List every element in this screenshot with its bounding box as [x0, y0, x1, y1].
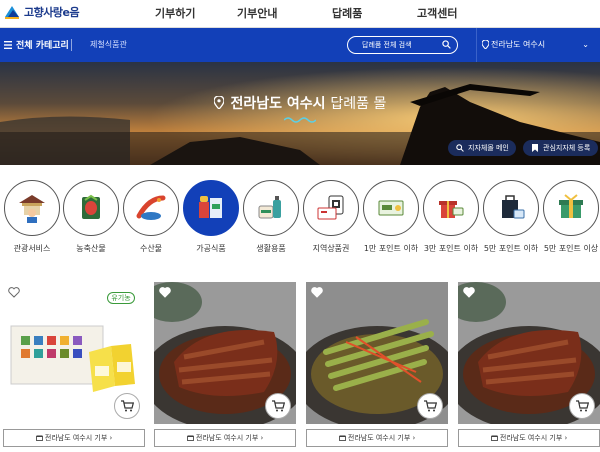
- heart-icon[interactable]: [311, 287, 323, 298]
- heart-icon[interactable]: [159, 287, 171, 298]
- divider: [71, 39, 72, 51]
- category-bar: 전체 카테고리 제철식품관 답례품 전체 검색 전라남도 여수시 ⌄: [0, 28, 600, 62]
- category-agriculture[interactable]: 농축산물: [63, 180, 119, 254]
- donate-region-label: 전라남도 여수시 기부: [499, 434, 563, 442]
- top-navigation: 고향사랑e음 기부하기 기부안내 답례품 고객센터: [0, 0, 600, 28]
- cart-icon: [120, 400, 134, 412]
- category-label: 생활용품: [256, 244, 286, 253]
- gift-icon: [186, 435, 194, 441]
- nav-gifts[interactable]: 답례품: [332, 5, 362, 21]
- add-to-cart-button[interactable]: [265, 393, 291, 419]
- cart-icon: [271, 400, 285, 412]
- category-voucher[interactable]: 지역상품권: [303, 180, 359, 254]
- favorite-region-label: 관심지자체 등록: [543, 144, 591, 152]
- search-placeholder: 답례품 전체 검색: [362, 41, 412, 49]
- category-label: 5만 포인트 이하: [483, 244, 539, 253]
- product-card[interactable]: 전라남도 여수시 기부 ›: [458, 282, 600, 447]
- category-label: 농축산물: [76, 244, 106, 253]
- seasonal-food-link[interactable]: 제철식품관: [90, 39, 127, 50]
- point-10k-icon: [363, 180, 419, 236]
- donate-region-label: 전라남도 여수시 기부: [44, 434, 108, 442]
- product-image[interactable]: [154, 282, 296, 424]
- agriculture-icon: [63, 180, 119, 236]
- processed-food-icon: [183, 180, 239, 236]
- chevron-down-icon: ⌄: [582, 40, 589, 49]
- product-card[interactable]: 전라남도 여수시 기부 ›: [154, 282, 296, 447]
- cart-icon: [575, 400, 589, 412]
- chevron-right-icon: ›: [412, 434, 416, 442]
- category-tourism[interactable]: 관광서비스: [4, 180, 60, 254]
- heart-icon[interactable]: [463, 287, 475, 298]
- donate-region-label: 전라남도 여수시 기부: [347, 434, 411, 442]
- voucher-icon: [303, 180, 359, 236]
- category-household[interactable]: 생활용품: [243, 180, 299, 254]
- household-icon: [243, 180, 299, 236]
- category-processed-food[interactable]: 가공식품: [183, 180, 239, 254]
- nav-donate[interactable]: 기부하기: [155, 5, 195, 21]
- category-seafood[interactable]: 수산물: [123, 180, 179, 254]
- donate-region-button[interactable]: 전라남도 여수시 기부 ›: [306, 429, 448, 447]
- nav-support[interactable]: 고객센터: [417, 5, 457, 21]
- bookmark-icon: [532, 144, 538, 152]
- region-label: 전라남도 여수시: [491, 40, 546, 49]
- local-mall-main-button[interactable]: 지자체몰 메인: [448, 140, 516, 156]
- brand-logo[interactable]: 고향사랑e음: [3, 3, 80, 21]
- hero-title: 전라남도 여수시 답례품 몰: [0, 93, 600, 113]
- chevron-right-icon: ›: [564, 434, 568, 442]
- favorite-region-button[interactable]: 관심지자체 등록: [523, 140, 598, 156]
- search-icon: [456, 144, 464, 152]
- product-card[interactable]: 전라남도 여수시 기부 ›: [306, 282, 448, 447]
- search-icon[interactable]: [442, 40, 451, 49]
- point-50k-icon: [483, 180, 539, 236]
- product-image[interactable]: 유기농: [3, 282, 145, 424]
- nav-guide[interactable]: 기부안내: [237, 5, 277, 21]
- all-categories-button[interactable]: 전체 카테고리: [4, 38, 69, 51]
- donate-region-button[interactable]: 전라남도 여수시 기부 ›: [3, 429, 145, 447]
- point-30k-icon: [423, 180, 479, 236]
- add-to-cart-button[interactable]: [417, 393, 443, 419]
- donate-region-button[interactable]: 전라남도 여수시 기부 ›: [458, 429, 600, 447]
- product-card[interactable]: 유기농 전라남도 여수시 기부 ›: [3, 282, 145, 447]
- location-pin-icon: [482, 40, 489, 49]
- menu-icon: [4, 40, 12, 49]
- chevron-right-icon: ›: [260, 434, 264, 442]
- category-label: 1만 포인트 이하: [363, 244, 419, 253]
- category-label: 5만 포인트 이상: [543, 244, 599, 253]
- category-list: 관광서비스 농축산물 수산물 가공식품 생활용품 지역상품권 1만 포인트 이하…: [0, 180, 600, 260]
- seafood-icon: [123, 180, 179, 236]
- category-point-50k-plus[interactable]: 5만 포인트 이상: [543, 180, 599, 254]
- product-image[interactable]: [306, 282, 448, 424]
- local-mall-main-label: 지자체몰 메인: [468, 144, 509, 152]
- category-label: 가공식품: [196, 244, 226, 253]
- category-label: 지역상품권: [312, 244, 350, 253]
- logo-icon: [3, 3, 21, 21]
- donate-region-label: 전라남도 여수시 기부: [195, 434, 259, 442]
- add-to-cart-button[interactable]: [569, 393, 595, 419]
- hero-title-region: 전라남도 여수시: [230, 96, 326, 112]
- gift-icon: [338, 435, 346, 441]
- point-50k-plus-icon: [543, 180, 599, 236]
- category-point-50k[interactable]: 5만 포인트 이하: [483, 180, 539, 254]
- search-input[interactable]: 답례품 전체 검색: [347, 36, 458, 54]
- gift-icon: [35, 435, 43, 441]
- tourism-icon: [4, 180, 60, 236]
- region-selector[interactable]: 전라남도 여수시 ⌄: [476, 28, 600, 62]
- category-label: 3만 포인트 이하: [423, 244, 479, 253]
- cart-icon: [423, 400, 437, 412]
- chevron-right-icon: ›: [109, 434, 113, 442]
- product-image[interactable]: [458, 282, 600, 424]
- category-point-10k[interactable]: 1만 포인트 이하: [363, 180, 419, 254]
- hero-title-suffix: 답례품 몰: [330, 96, 387, 112]
- category-label: 수산물: [139, 244, 163, 253]
- wave-decoration: [284, 117, 316, 123]
- category-label: 관광서비스: [13, 244, 51, 253]
- gift-icon: [490, 435, 498, 441]
- add-to-cart-button[interactable]: [114, 393, 140, 419]
- donate-region-button[interactable]: 전라남도 여수시 기부 ›: [154, 429, 296, 447]
- all-categories-label: 전체 카테고리: [16, 41, 69, 51]
- category-point-30k[interactable]: 3만 포인트 이하: [423, 180, 479, 254]
- location-pin-icon: [212, 95, 225, 110]
- brand-name: 고향사랑e음: [24, 6, 80, 19]
